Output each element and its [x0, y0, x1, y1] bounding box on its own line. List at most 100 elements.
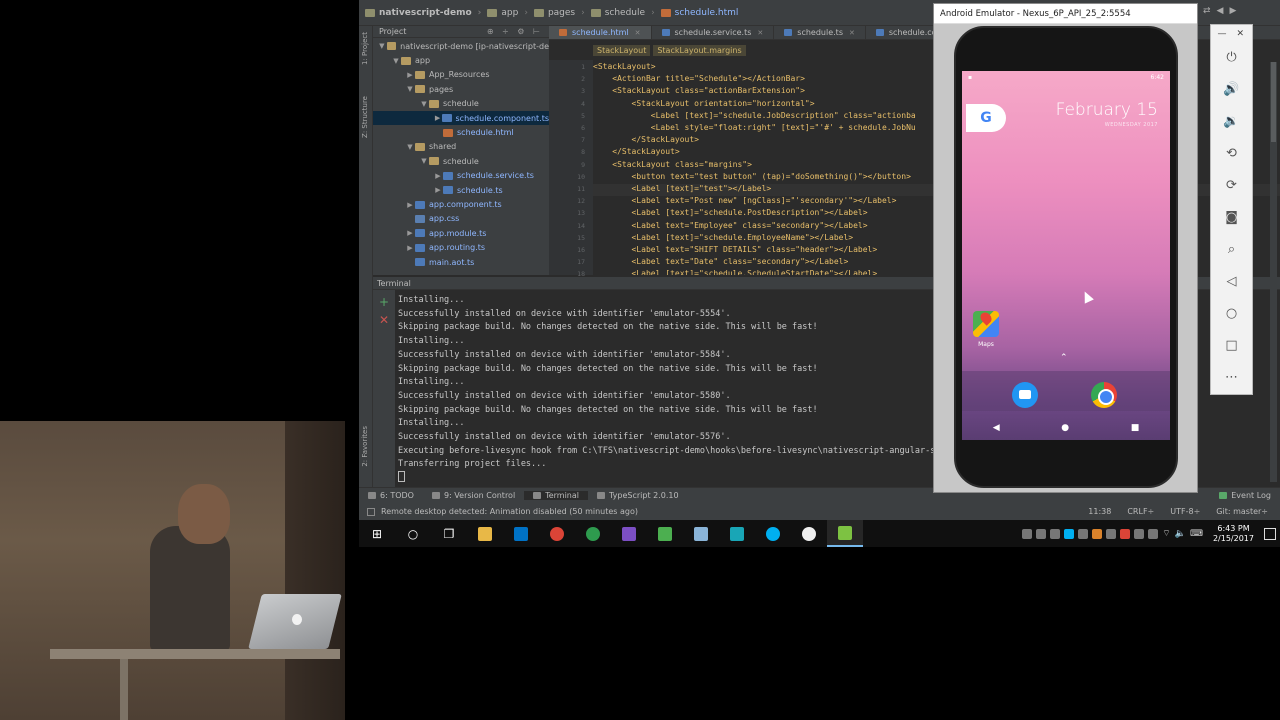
code-line[interactable]: <Label text="SHIFT DETAILS" class="heade…	[593, 245, 878, 257]
close-icon[interactable]: ✕	[1236, 29, 1244, 39]
line-separator[interactable]: CRLF÷	[1127, 507, 1154, 516]
editor-tab[interactable]: schedule.service.ts ✕	[652, 26, 775, 39]
outlook-icon[interactable]	[503, 520, 539, 547]
editor-scrollbar[interactable]	[1270, 62, 1277, 482]
code-line[interactable]: <Label text="Date" class="secondary"></L…	[593, 257, 849, 269]
tree-item[interactable]: app.css	[373, 212, 549, 226]
tray-link-icon[interactable]	[1078, 528, 1089, 539]
favorites-tool-button[interactable]: 2: Favorites	[361, 426, 369, 467]
expand-arrow-icon[interactable]: ▶	[405, 244, 415, 252]
tree-item[interactable]: ▼ app	[373, 53, 549, 67]
skype-icon[interactable]	[755, 520, 791, 547]
volume-up-icon[interactable]: 🔊	[1211, 75, 1252, 103]
notepad-icon[interactable]	[647, 520, 683, 547]
code-line[interactable]: <Label [text]="schedule.ScheduleStartDat…	[593, 269, 878, 275]
cortana-icon[interactable]: ○	[395, 520, 431, 547]
typescript-tab[interactable]: TypeScript 2.0.10	[588, 491, 688, 500]
breadcrumb-project[interactable]: nativescript-demo ›	[359, 8, 484, 18]
google-search-widget[interactable]: G	[966, 104, 1006, 132]
xbox-icon[interactable]	[791, 520, 827, 547]
todo-tab[interactable]: 6: TODO	[359, 491, 423, 500]
home-nav-icon[interactable]: ●	[1061, 423, 1069, 433]
task-view-icon[interactable]: ❐	[431, 520, 467, 547]
visual-studio-icon[interactable]	[611, 520, 647, 547]
tree-item[interactable]: main.aot.ts	[373, 255, 549, 269]
tree-item[interactable]: ▼ schedule	[373, 154, 549, 168]
taskbar-clock[interactable]: 6:43 PM 2/15/2017	[1207, 524, 1260, 544]
breadcrumb-app[interactable]: app ›	[484, 8, 531, 18]
structure-tool-button[interactable]: Z: Structure	[361, 96, 369, 138]
tree-item[interactable]: ▼ shared	[373, 140, 549, 154]
expand-arrow-icon[interactable]: ▶	[433, 172, 443, 180]
file-explorer-icon[interactable]	[467, 520, 503, 547]
tree-item[interactable]: ▶ schedule.service.ts	[373, 169, 549, 183]
cursor-position[interactable]: 11:38	[1088, 507, 1111, 516]
code-line[interactable]: <Label style="float:right" [text]="'#' +…	[593, 123, 916, 135]
expand-arrow-icon[interactable]: ▼	[419, 157, 429, 165]
code-line[interactable]: <button text="test button" (tap)="doSome…	[593, 172, 911, 184]
forward-icon[interactable]: ▶	[1229, 6, 1236, 16]
tray-wifi-icon[interactable]: ⌔	[1162, 528, 1170, 539]
expand-arrow-icon[interactable]: ▶	[433, 114, 442, 122]
code-line[interactable]: <Label [text]="schedule.JobDescription" …	[593, 111, 916, 123]
terminal-tab[interactable]: Terminal	[524, 491, 588, 500]
back-nav-icon[interactable]: ◀	[993, 423, 1000, 433]
code-line[interactable]: <StackLayout class="actionBarExtension">	[593, 86, 805, 98]
tray-shield-icon[interactable]	[1106, 528, 1117, 539]
tree-item[interactable]: ▶ app.routing.ts	[373, 241, 549, 255]
terminal-app-icon[interactable]	[575, 520, 611, 547]
action-center-icon[interactable]	[1264, 527, 1276, 540]
app-drawer-caret-icon[interactable]: ⌃	[1060, 353, 1068, 363]
date-widget[interactable]: February 15	[1056, 100, 1158, 120]
file-encoding[interactable]: UTF-8÷	[1170, 507, 1200, 516]
expand-arrow-icon[interactable]: ▼	[405, 143, 415, 151]
chrome-icon[interactable]	[539, 520, 575, 547]
code-line[interactable]: <Label [text]="schedule.EmployeeName"></…	[593, 233, 854, 245]
editor-tab[interactable]: schedule.ts ✕	[774, 26, 866, 39]
rotate-left-icon[interactable]: ⟲	[1211, 139, 1252, 167]
code-line[interactable]: <Label text="Post new" [ngClass]="'secon…	[593, 196, 897, 208]
expand-arrow-icon[interactable]: ▼	[405, 85, 415, 93]
sync-icon[interactable]: ⇄	[1203, 6, 1211, 16]
tool-windows-icon[interactable]	[367, 507, 375, 516]
phone-screen[interactable]: ▪ 6:42 G February 15 WEDNESDAY 2017 Maps…	[962, 71, 1170, 440]
volume-down-icon[interactable]: 🔉	[1211, 107, 1252, 135]
project-tool-button[interactable]: 1: Project	[361, 32, 369, 65]
code-line[interactable]: <ActionBar title="Schedule"></ActionBar>	[593, 74, 805, 86]
tree-item[interactable]: ▼ schedule	[373, 97, 549, 111]
tray-chrome-icon[interactable]	[1120, 528, 1131, 539]
expand-arrow-icon[interactable]: ▶	[405, 229, 415, 237]
code-line[interactable]: <Label text="Employee" class="secondary"…	[593, 221, 868, 233]
back-icon[interactable]: ◀	[1217, 6, 1224, 16]
expand-arrow-icon[interactable]: ▼	[391, 57, 401, 65]
code-line[interactable]: <StackLayout class="margins">	[593, 160, 752, 172]
zoom-icon[interactable]: ⌕	[1211, 235, 1252, 263]
close-tab-icon[interactable]: ✕	[757, 29, 763, 37]
editor-tab[interactable]: schedule.html ✕	[549, 26, 652, 39]
remote-desktop-icon[interactable]	[683, 520, 719, 547]
breadcrumb-pages[interactable]: pages ›	[531, 8, 588, 18]
overview-icon[interactable]: □	[1211, 331, 1252, 359]
tray-bug-icon[interactable]	[1022, 528, 1033, 539]
tree-item[interactable]: ▶ schedule.ts	[373, 183, 549, 197]
more-icon[interactable]: ⋯	[1211, 363, 1252, 391]
camera-icon[interactable]: ◙	[1211, 203, 1252, 231]
code-line[interactable]: </StackLayout>	[593, 147, 679, 159]
expand-arrow-icon[interactable]: ▼	[377, 42, 387, 50]
tray-folder-icon[interactable]	[1092, 528, 1103, 539]
close-tab-icon[interactable]: ✕	[849, 29, 855, 37]
git-branch[interactable]: Git: master÷	[1216, 507, 1268, 516]
tray-volume-icon[interactable]: 🔈	[1175, 529, 1186, 539]
tree-item[interactable]: ▼ pages	[373, 82, 549, 96]
expand-arrow-icon[interactable]: ▶	[433, 186, 443, 194]
expand-arrow-icon[interactable]: ▼	[419, 100, 429, 108]
tree-item[interactable]: ▶ App_Resources	[373, 68, 549, 82]
emulator-taskbar-icon[interactable]	[827, 520, 863, 547]
xml-crumb-root[interactable]: StackLayout	[593, 44, 651, 56]
home-icon[interactable]: ○	[1211, 299, 1252, 327]
close-session-icon[interactable]: ✕	[379, 313, 389, 327]
new-session-icon[interactable]: +	[379, 295, 389, 309]
power-icon[interactable]: ⏻	[1211, 43, 1252, 71]
code-line[interactable]: <Label [text]="schedule.PostDescription"…	[593, 208, 868, 220]
code-line[interactable]: <StackLayout orientation="horizontal">	[593, 99, 815, 111]
